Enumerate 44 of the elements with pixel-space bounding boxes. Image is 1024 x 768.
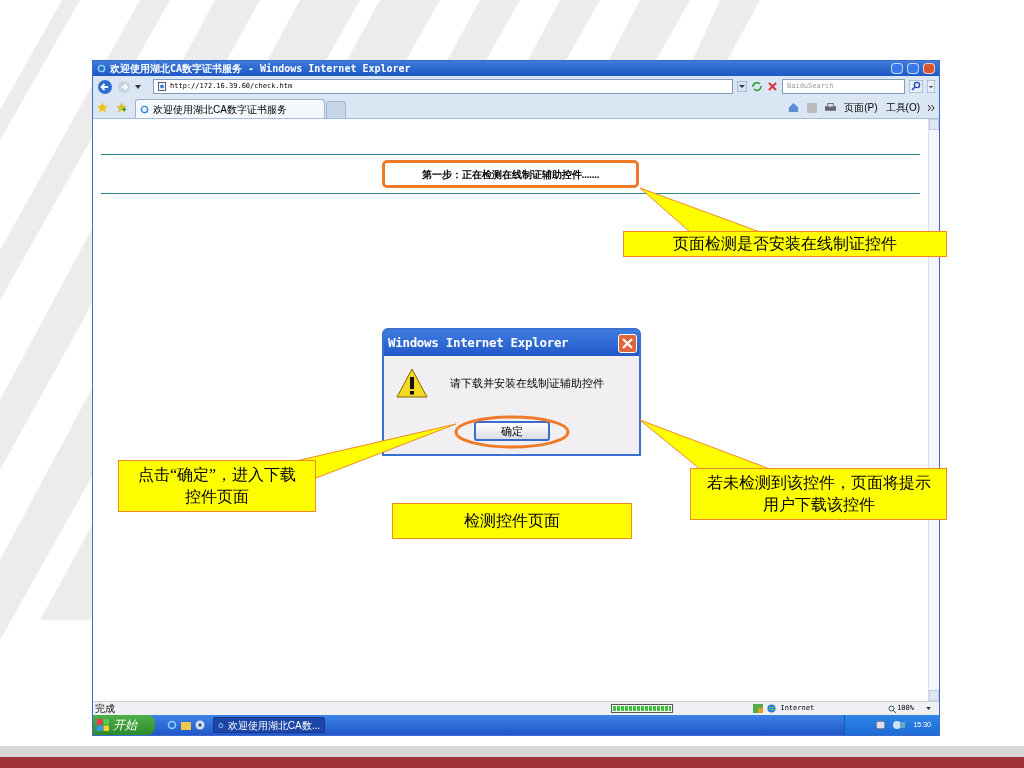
close-icon	[622, 337, 633, 349]
star-icon[interactable]	[97, 102, 108, 113]
print-icon[interactable]	[825, 102, 837, 113]
dropdown-icon[interactable]	[926, 707, 931, 710]
refresh-icon[interactable]	[751, 81, 763, 92]
progress-bar	[611, 704, 673, 713]
dialog-title: Windows Internet Explorer	[388, 333, 569, 352]
start-button[interactable]: 开始	[93, 715, 155, 735]
close-button[interactable]	[618, 333, 637, 353]
status-text: 完成	[95, 703, 115, 714]
callout-label: 若未检测到该控件，页面将提示用户下载该控件	[690, 468, 947, 520]
home-icon[interactable]	[788, 102, 800, 113]
zoom-icon[interactable]	[888, 704, 897, 713]
browser-tab[interactable]: 欢迎使用湖北CA数字证书服务	[135, 99, 325, 118]
window-title: 欢迎使用湖北CA数字证书服务 - Windows Internet Explorer	[110, 63, 411, 74]
globe-icon	[767, 704, 777, 713]
browser-icon[interactable]	[167, 720, 177, 730]
search-icon[interactable]	[909, 80, 923, 93]
browser-icon	[140, 104, 149, 114]
chevron-icon[interactable]	[928, 104, 935, 111]
windows-logo-icon	[97, 719, 109, 731]
callout-label: 点击“确定”，进入下载控件页面	[118, 460, 316, 512]
callout-label: 检测控件页面	[392, 503, 632, 539]
menu-button[interactable]: 页面(P)	[844, 100, 878, 115]
disc-icon[interactable]	[195, 720, 205, 730]
warning-icon	[396, 368, 428, 398]
close-button[interactable]	[923, 63, 935, 74]
step-label: 第一步：正在检测在线制证辅助控件.......	[382, 160, 639, 188]
restore-button[interactable]	[907, 63, 919, 74]
menu-button[interactable]: 工具(O)	[885, 100, 920, 115]
taskbar-button[interactable]: 欢迎使用湖北CA数...	[213, 717, 325, 733]
callout-label: 页面检测是否安装在线制证控件	[623, 231, 947, 257]
ok-button[interactable]: 确定	[473, 421, 550, 441]
page-icon	[158, 82, 166, 91]
stop-icon[interactable]	[767, 81, 778, 92]
folder-icon[interactable]	[181, 720, 191, 730]
back-icon[interactable]	[97, 78, 113, 95]
star-plus-icon[interactable]	[116, 102, 127, 113]
dropdown-icon[interactable]	[135, 84, 141, 89]
dropdown-icon[interactable]	[737, 81, 747, 92]
browser-icon	[97, 64, 106, 73]
browser-icon	[218, 720, 224, 730]
dialog-message: 请下载并安装在线制证辅助控件	[450, 375, 604, 391]
minimize-button[interactable]	[891, 63, 903, 74]
